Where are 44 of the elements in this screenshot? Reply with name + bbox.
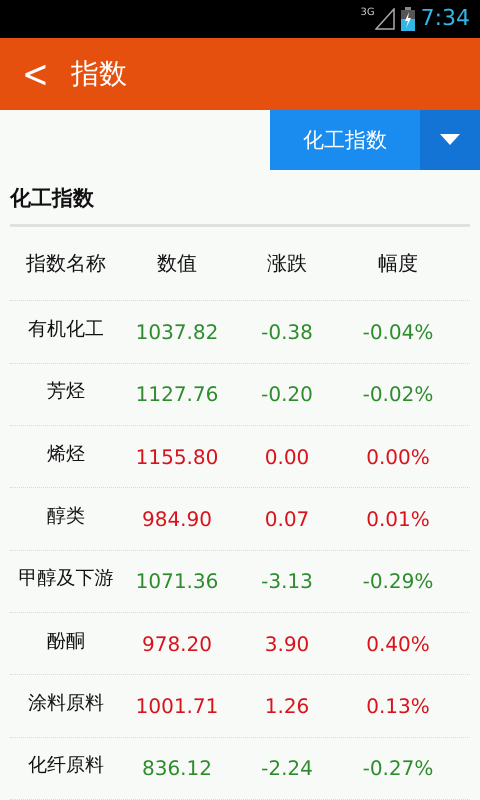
index-value: 1155.80 [134, 444, 220, 469]
percent-value: 0.00% [365, 444, 431, 469]
section-title: 化工指数 [10, 170, 470, 227]
change-value: 0.07 [264, 507, 310, 532]
column-header: 涨跌 [266, 250, 308, 278]
caret-icon [440, 134, 460, 146]
index-value: 1071.36 [134, 569, 220, 594]
index-value: 1037.82 [134, 320, 220, 344]
signal-icon [374, 8, 395, 30]
battery-icon [400, 6, 415, 31]
page-title: 指数 [70, 56, 127, 92]
column-header: 指数名称 [25, 250, 107, 278]
index-name: 芳烃 [46, 379, 86, 404]
percent-value: -0.27% [362, 756, 434, 780]
percent-value: 0.13% [365, 694, 431, 718]
index-name: 涂料原料 [27, 690, 105, 716]
percent-value: 0.01% [365, 507, 431, 532]
index-name: 化纤原料 [27, 753, 105, 778]
percent-value: -0.04% [362, 320, 434, 344]
clock: 7:34 [420, 6, 470, 32]
index-name: 烯烃 [46, 442, 86, 467]
index-name: 有机化工 [27, 317, 105, 342]
column-header: 幅度 [377, 250, 419, 278]
column-header: 数值 [156, 250, 198, 278]
percent-value: 0.40% [365, 632, 431, 656]
change-value: -3.13 [260, 569, 314, 594]
index-name: 甲醇及下游 [18, 566, 114, 592]
index-value: 1001.71 [134, 694, 220, 718]
index-value: 1127.76 [134, 382, 220, 406]
change-value: 0.00 [264, 444, 310, 469]
change-value: 1.26 [264, 694, 310, 718]
index-value: 984.90 [141, 507, 213, 532]
back-button[interactable]: < [22, 50, 49, 97]
change-value: 3.90 [264, 632, 310, 656]
index-value: 836.12 [141, 756, 213, 780]
change-value: -0.20 [260, 382, 314, 406]
index-name: 酚酮 [46, 628, 86, 654]
change-value: -0.38 [260, 320, 314, 344]
index-name: 醇类 [46, 504, 86, 530]
change-value: -2.24 [260, 756, 314, 780]
network-type: 3G [360, 7, 375, 18]
index-value: 978.20 [141, 632, 213, 656]
percent-value: -0.02% [362, 382, 434, 406]
percent-value: -0.29% [362, 569, 434, 594]
